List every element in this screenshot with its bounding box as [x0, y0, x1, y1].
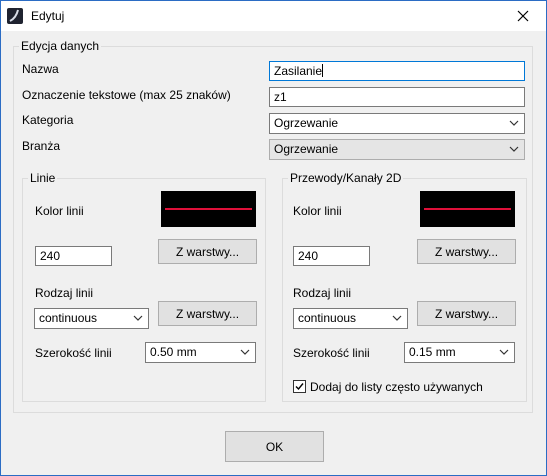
- favorite-label: Dodaj do listy często używanych: [310, 380, 483, 394]
- favorite-checkbox[interactable]: [293, 380, 306, 393]
- chevron-down-icon: [509, 146, 519, 152]
- edit-dialog: Edytuj Edycja danych Nazwa Zasilanie Ozn…: [0, 0, 547, 476]
- lines-color-label: Kolor linii: [35, 204, 84, 218]
- lines-type-from-layer-button[interactable]: Z warstwy...: [158, 301, 257, 326]
- close-icon: [517, 10, 529, 22]
- lines-color-swatch[interactable]: [161, 191, 256, 227]
- lines-width-select[interactable]: 0.50 mm: [145, 342, 256, 363]
- name-field-value: Zasilanie: [274, 64, 323, 78]
- text-caret: [322, 64, 324, 77]
- ducts-width-select[interactable]: 0.15 mm: [404, 342, 515, 363]
- lines-type-label: Rodzaj linii: [35, 286, 94, 300]
- text-designation-field[interactable]: z1: [269, 87, 525, 107]
- ducts-color-swatch[interactable]: [420, 191, 515, 227]
- branch-label: Branża: [22, 139, 61, 153]
- ducts-type-label: Rodzaj linii: [293, 286, 352, 300]
- ducts-type-from-layer-label: Z warstwy...: [434, 306, 499, 321]
- ducts-color-value: 240: [298, 249, 319, 263]
- ducts-from-layer-button[interactable]: Z warstwy...: [417, 239, 516, 264]
- text-label: Oznaczenie tekstowe (max 25 znaków): [22, 88, 231, 102]
- ducts-width-label: Szerokość linii: [293, 346, 370, 360]
- category-select[interactable]: Ogrzewanie: [269, 113, 525, 134]
- checkmark-icon: [295, 383, 304, 391]
- chevron-down-icon: [392, 315, 402, 321]
- text-designation-value: z1: [274, 90, 287, 104]
- ducts-type-value: continuous: [298, 311, 357, 325]
- branch-select[interactable]: Ogrzewanie: [269, 139, 525, 160]
- chevron-down-icon: [499, 349, 509, 355]
- lines-from-layer-button[interactable]: Z warstwy...: [158, 239, 257, 264]
- lines-color-field[interactable]: 240: [35, 246, 112, 266]
- chevron-down-icon: [133, 315, 143, 321]
- window-title: Edytuj: [31, 9, 65, 23]
- branch-value: Ogrzewanie: [274, 142, 339, 156]
- ducts-legend: Przewody/Kanały 2D: [290, 171, 402, 185]
- lines-width-label: Szerokość linii: [35, 346, 112, 360]
- dialog-client: Edycja danych Nazwa Zasilanie Oznaczenie…: [1, 31, 546, 475]
- name-field[interactable]: Zasilanie: [269, 61, 525, 81]
- ducts-type-from-layer-button[interactable]: Z warstwy...: [417, 301, 516, 326]
- ducts-color-field[interactable]: 240: [293, 246, 370, 266]
- ducts-color-line: [424, 208, 511, 210]
- lines-legend: Linie: [30, 171, 56, 185]
- ducts-color-label: Kolor linii: [293, 204, 342, 218]
- ok-button[interactable]: OK: [225, 431, 324, 462]
- chevron-down-icon: [509, 120, 519, 126]
- lines-width-value: 0.50 mm: [150, 345, 197, 359]
- lines-color-value: 240: [40, 249, 61, 263]
- edit-data-legend: Edycja danych: [21, 39, 100, 53]
- close-button[interactable]: [500, 1, 546, 31]
- lines-type-select[interactable]: continuous: [34, 308, 149, 329]
- ok-label: OK: [265, 439, 284, 454]
- lines-type-from-layer-label: Z warstwy...: [175, 306, 240, 321]
- app-logo-icon: [7, 8, 23, 24]
- title-bar[interactable]: Edytuj: [1, 1, 546, 31]
- name-label: Nazwa: [22, 62, 59, 76]
- category-label: Kategoria: [22, 113, 74, 127]
- ducts-width-value: 0.15 mm: [409, 345, 456, 359]
- chevron-down-icon: [240, 349, 250, 355]
- category-value: Ogrzewanie: [274, 116, 339, 130]
- lines-from-layer-label: Z warstwy...: [175, 244, 240, 259]
- lines-type-value: continuous: [39, 311, 98, 325]
- ducts-from-layer-label: Z warstwy...: [434, 244, 499, 259]
- ducts-type-select[interactable]: continuous: [293, 308, 408, 329]
- lines-color-line: [165, 208, 252, 210]
